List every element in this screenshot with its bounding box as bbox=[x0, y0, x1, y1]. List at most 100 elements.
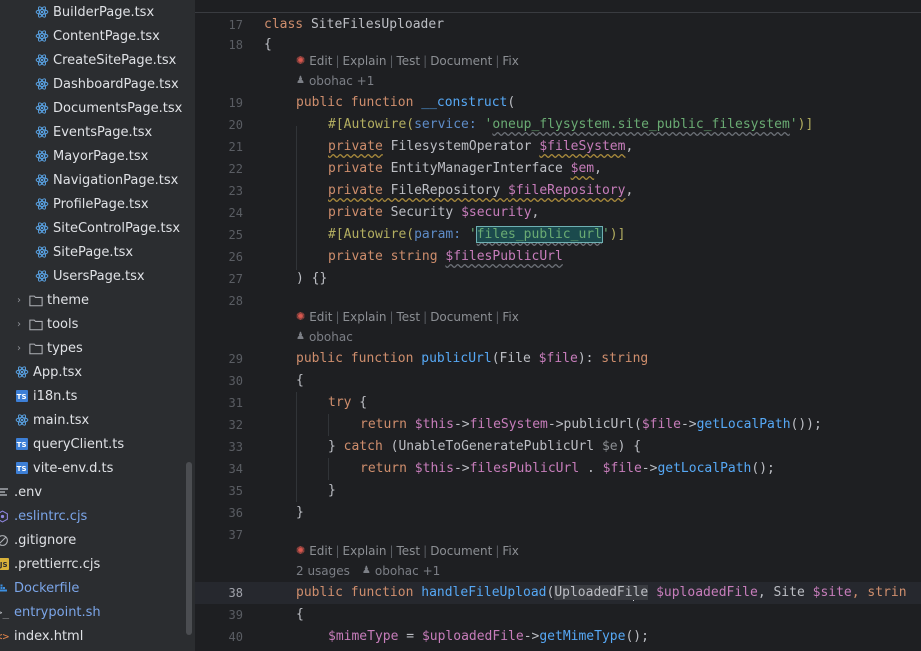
project-tree-item-label: SiteControlPage.tsx bbox=[53, 220, 181, 236]
line-number: 19 bbox=[228, 96, 243, 110]
lens-edit-link[interactable]: Edit bbox=[309, 52, 332, 70]
project-tree-item[interactable]: › theme bbox=[14, 288, 89, 312]
line-number: 33 bbox=[228, 440, 243, 454]
project-tree-item[interactable]: › tools bbox=[14, 312, 78, 336]
project-tree-item[interactable]: ContentPage.tsx bbox=[34, 24, 160, 48]
project-tree-item[interactable]: MayorPage.tsx bbox=[34, 144, 148, 168]
project-tree-item[interactable]: App.tsx bbox=[14, 360, 82, 384]
code-line[interactable]: public function __construct( bbox=[296, 92, 515, 114]
lens-explain-link[interactable]: Explain bbox=[343, 52, 387, 70]
code-line[interactable]: { bbox=[296, 604, 304, 626]
code-line[interactable]: ) {} bbox=[296, 268, 327, 290]
project-tree-item[interactable]: .eslintrc.cjs bbox=[0, 504, 87, 528]
code-line[interactable]: #[Autowire(param: 'files_public_url')] bbox=[328, 224, 625, 246]
code-line[interactable]: return $this->fileSystem->publicUrl($fil… bbox=[360, 414, 822, 436]
project-tree-item[interactable]: >_ entrypoint.sh bbox=[0, 600, 101, 624]
code-line[interactable]: private FilesystemOperator $fileSystem, bbox=[328, 136, 633, 158]
author-label: obohac +1 bbox=[308, 74, 375, 88]
keyword: function bbox=[342, 585, 422, 600]
code-line[interactable]: } catch (UnableToGeneratePublicUrl $e) { bbox=[328, 436, 641, 458]
keyword: private bbox=[328, 205, 383, 220]
code-line[interactable]: { bbox=[296, 370, 304, 392]
code-line-current[interactable]: public function handleFileUpload(Uploade… bbox=[296, 582, 907, 604]
usages-link[interactable]: 2 usages bbox=[296, 562, 350, 580]
lens-document-link[interactable]: Document bbox=[430, 52, 492, 70]
lens-explain-link[interactable]: Explain bbox=[343, 308, 387, 326]
code-line[interactable]: private FileRepository $fileRepository, bbox=[328, 180, 633, 202]
line-number: 36 bbox=[228, 506, 243, 520]
lens-test-link[interactable]: Test bbox=[397, 52, 421, 70]
code-line[interactable]: } bbox=[328, 480, 336, 502]
project-tree-item[interactable]: EventsPage.tsx bbox=[34, 120, 152, 144]
project-tree-item[interactable]: DashboardPage.tsx bbox=[34, 72, 179, 96]
usages-and-author-hint[interactable]: 2 usages ♟ obohac +1 bbox=[296, 562, 440, 580]
lens-document-link[interactable]: Document bbox=[430, 308, 492, 326]
project-tree-item[interactable]: NavigationPage.tsx bbox=[34, 168, 178, 192]
project-tree-item[interactable]: .env bbox=[0, 480, 42, 504]
type-name-selected: UploadedFi bbox=[554, 585, 633, 600]
project-tree-item-label: tools bbox=[47, 316, 79, 332]
project-tree-item[interactable]: BuilderPage.tsx bbox=[34, 0, 154, 24]
project-tree-item[interactable]: <> index.html bbox=[0, 624, 83, 648]
keyword: return bbox=[360, 417, 407, 432]
project-tree-item[interactable]: .gitignore bbox=[0, 528, 76, 552]
project-tree-item[interactable]: main.tsx bbox=[14, 408, 89, 432]
lens-document-link[interactable]: Document bbox=[430, 542, 492, 560]
project-tree-item[interactable]: ProfilePage.tsx bbox=[34, 192, 149, 216]
code-line[interactable]: } bbox=[296, 502, 304, 524]
ts-file-icon: TS bbox=[14, 437, 29, 452]
code-line[interactable]: private Security $security, bbox=[328, 202, 539, 224]
code-line[interactable]: #[Autowire(service: 'oneup_flysystem.sit… bbox=[328, 114, 813, 136]
variable: $security bbox=[461, 205, 532, 220]
lens-edit-link[interactable]: Edit bbox=[309, 542, 332, 560]
code-editor[interactable]: 17 18 19 20 21 22 23 24 25 26 27 28 29 3… bbox=[195, 0, 921, 651]
project-tree-item[interactable]: TS queryClient.ts bbox=[14, 432, 124, 456]
project-tree-item[interactable]: Dockerfile bbox=[0, 576, 79, 600]
lens-explain-link[interactable]: Explain bbox=[343, 542, 387, 560]
react-icon bbox=[14, 413, 29, 428]
vcs-author-hint[interactable]: ♟ obohac +1 bbox=[296, 72, 374, 90]
project-tree-item[interactable]: JS .prettierrc.cjs bbox=[0, 552, 100, 576]
brace: } bbox=[328, 483, 336, 498]
code-line[interactable]: private string $filesPublicUrl bbox=[328, 246, 563, 268]
sidebar-scrollbar[interactable] bbox=[186, 462, 192, 635]
react-icon bbox=[34, 5, 49, 20]
punct: (); bbox=[751, 461, 775, 476]
keyword: function bbox=[342, 351, 422, 366]
code-line[interactable]: class SiteFilesUploader bbox=[264, 14, 444, 36]
brace: } bbox=[296, 505, 304, 520]
folder-icon bbox=[28, 293, 43, 308]
vcs-author-hint[interactable]: ♟ obohac bbox=[296, 328, 353, 346]
lens-test-link[interactable]: Test bbox=[397, 542, 421, 560]
project-tree-item[interactable]: UsersPage.tsx bbox=[34, 264, 145, 288]
punct: , bbox=[594, 161, 602, 176]
type-name: Security bbox=[382, 205, 462, 220]
project-tree-item[interactable]: › types bbox=[14, 336, 83, 360]
react-icon bbox=[34, 53, 49, 68]
react-icon bbox=[34, 77, 49, 92]
line-number-gutter[interactable]: 17 18 19 20 21 22 23 24 25 26 27 28 29 3… bbox=[195, 0, 243, 651]
lens-fix-link[interactable]: Fix bbox=[502, 308, 518, 326]
project-tree-item[interactable]: DocumentsPage.tsx bbox=[34, 96, 182, 120]
project-tree-item[interactable]: TS vite-env.d.ts bbox=[14, 456, 113, 480]
project-tree-item[interactable]: TS i18n.ts bbox=[14, 384, 77, 408]
lens-edit-link[interactable]: Edit bbox=[309, 308, 332, 326]
chevron-right-icon[interactable]: › bbox=[14, 319, 24, 330]
chevron-right-icon[interactable]: › bbox=[14, 343, 24, 354]
code-line[interactable]: return $this->filesPublicUrl . $file->ge… bbox=[360, 458, 775, 480]
chevron-right-icon[interactable]: › bbox=[14, 295, 24, 306]
code-line[interactable]: $mimeType = $uploadedFile->getMimeType()… bbox=[328, 626, 649, 648]
lens-test-link[interactable]: Test bbox=[397, 308, 421, 326]
string-quote: ' bbox=[789, 117, 798, 132]
code-line[interactable]: try { bbox=[328, 392, 367, 414]
variable: $em bbox=[570, 161, 595, 176]
project-tree-item[interactable]: CreateSitePage.tsx bbox=[34, 48, 176, 72]
lens-fix-link[interactable]: Fix bbox=[502, 542, 518, 560]
code-line[interactable]: { bbox=[264, 34, 272, 56]
code-line[interactable]: public function publicUrl(File $file): s… bbox=[296, 348, 648, 370]
project-tree-item[interactable]: SiteControlPage.tsx bbox=[34, 216, 180, 240]
project-tree-item[interactable]: SitePage.tsx bbox=[34, 240, 133, 264]
code-line[interactable]: private EntityManagerInterface $em, bbox=[328, 158, 602, 180]
lens-fix-link[interactable]: Fix bbox=[502, 52, 518, 70]
